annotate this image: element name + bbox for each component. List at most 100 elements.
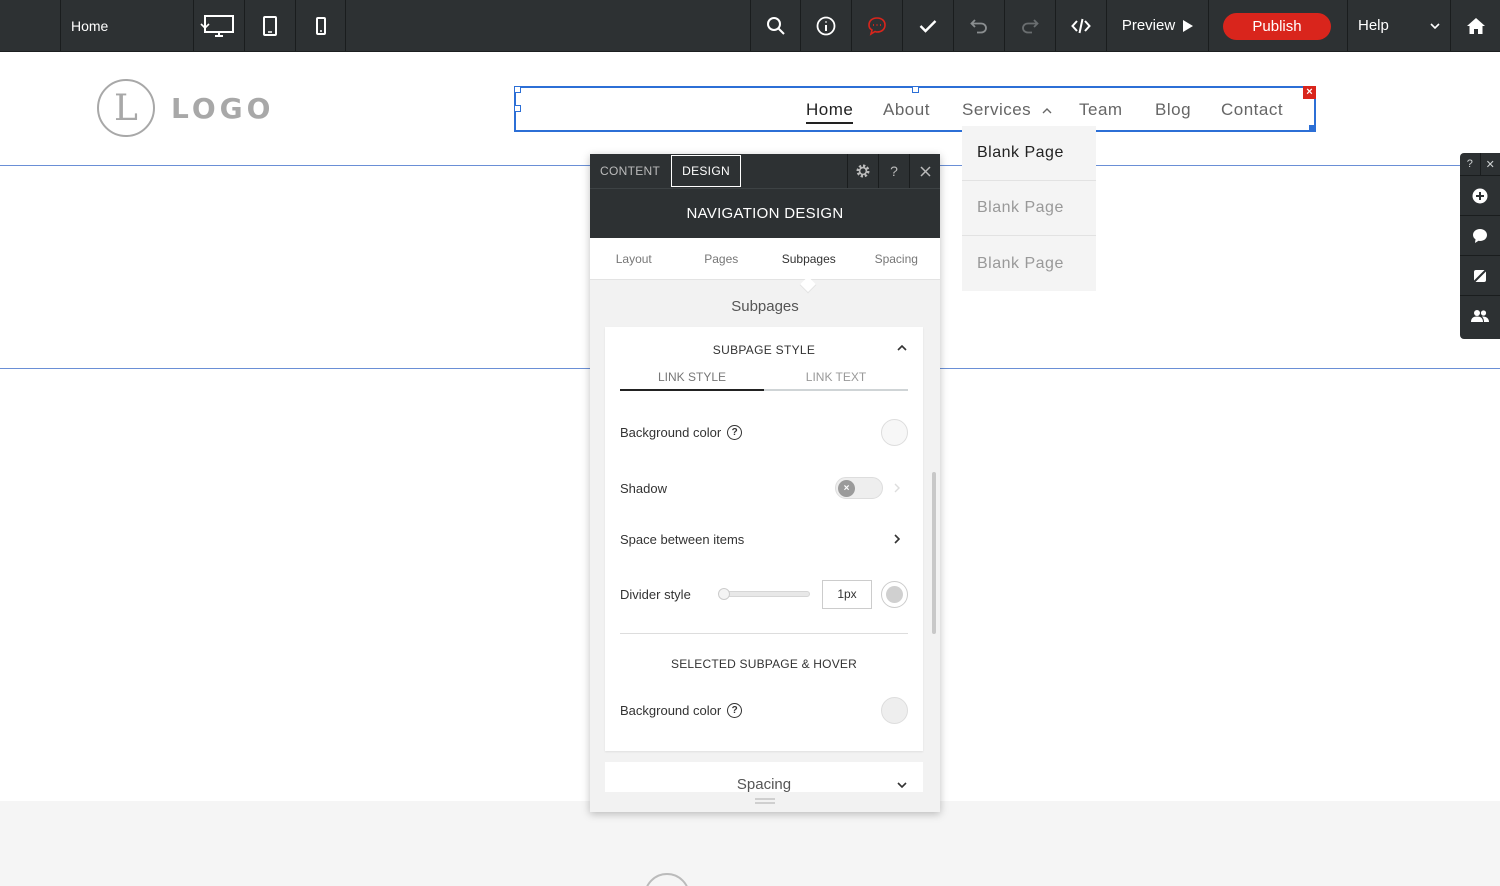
tab-link-text[interactable]: LINK TEXT [764,370,908,389]
help-icon[interactable]: ? [727,425,743,440]
logo-mark: L [97,79,155,137]
panel-title: NAVIGATION DESIGN [590,188,940,238]
nav-item-blog[interactable]: Blog [1155,100,1191,120]
preview-button[interactable]: Preview [1106,0,1208,51]
comments-button[interactable] [851,0,902,51]
background-color-label: Background color [620,425,722,440]
redo-button[interactable] [1004,0,1055,51]
subpage-style-card: SUBPAGE STYLE LINK STYLE LINK TEXT Backg… [605,327,923,751]
help-icon[interactable]: ? [727,703,743,718]
nav-item-about[interactable]: About [883,100,930,120]
nav-item-services[interactable]: Services [962,100,1052,120]
divider-width-input[interactable]: 1px [822,579,872,609]
selected-background-color-picker[interactable] [881,697,908,724]
home-icon [1466,17,1485,34]
selected-subpage-title: SELECTED SUBPAGE & HOVER [671,657,857,671]
services-submenu: Blank Page Blank Page Blank Page [962,126,1096,291]
tab-design[interactable]: DESIGN [671,155,741,187]
tab-content[interactable]: CONTENT [590,154,670,188]
subpage-style-tabs: LINK STYLE LINK TEXT [620,370,908,391]
footer-section[interactable] [0,801,1500,886]
divider-color-picker[interactable] [881,580,908,608]
chevron-up-icon[interactable] [897,345,907,351]
background-color-picker[interactable] [881,419,908,446]
space-between-label: Space between items [620,531,745,547]
divider-style-label: Divider style [620,586,691,602]
publish-button[interactable]: Publish [1223,13,1331,40]
resize-handle[interactable] [1309,125,1316,132]
navigation-design-panel: CONTENT DESIGN ? NAVIGATION DESIGN Layou… [590,154,940,812]
tab-layout[interactable]: Layout [590,238,678,279]
chevron-right-icon [894,483,900,493]
users-icon [1471,310,1489,322]
checkmark-icon [919,19,937,33]
divider-slider-handle[interactable] [718,588,730,600]
submenu-item[interactable]: Blank Page [962,126,1096,181]
code-icon [1071,18,1091,33]
chevron-down-icon [897,782,907,788]
panel-resize-grip[interactable] [755,798,775,804]
resize-handle[interactable] [514,105,521,112]
undo-button[interactable] [953,0,1004,51]
submenu-item[interactable]: Blank Page [962,236,1096,291]
tab-subpages[interactable]: Subpages [765,238,853,279]
mobile-view-button[interactable] [295,0,346,51]
search-icon [766,16,785,35]
page-select-label: Home [71,17,109,34]
info-button[interactable] [800,0,851,51]
gear-icon [856,164,870,178]
resize-handle[interactable] [514,86,521,93]
hidden-icon [1472,267,1488,284]
code-button[interactable] [1055,0,1106,51]
help-menu[interactable]: Help [1347,0,1450,51]
side-help-button[interactable]: ? [1460,153,1480,175]
tab-pages[interactable]: Pages [678,238,766,279]
info-icon [816,16,836,35]
nav-item-team[interactable]: Team [1079,100,1123,120]
logo-text: LOGO [171,91,275,125]
mobile-icon [315,16,326,35]
panel-close-button[interactable] [909,154,940,188]
section-heading: Subpages [731,298,799,315]
tab-spacing[interactable]: Spacing [853,238,941,279]
submenu-item[interactable]: Blank Page [962,181,1096,236]
redo-icon [1022,18,1039,33]
hide-elements-button[interactable] [1460,256,1500,296]
comments-panel-button[interactable] [1460,216,1500,256]
settings-button[interactable] [847,154,878,188]
desktop-view-button[interactable] [193,0,244,51]
space-between-row[interactable]: Space between items [620,529,908,549]
comment-icon [868,16,886,36]
panel-scrollbar[interactable] [932,472,936,634]
shadow-row: Shadow × [620,476,908,500]
shadow-label: Shadow [620,480,667,496]
undo-icon [970,18,987,33]
remove-widget-button[interactable]: × [1303,86,1316,99]
side-close-button[interactable]: ✕ [1479,153,1500,175]
help-label: Help [1358,17,1389,34]
play-icon [1183,19,1194,32]
comment-icon [1473,228,1487,243]
preview-label: Preview [1121,17,1176,34]
panel-help-button[interactable]: ? [878,154,909,188]
add-widget-button[interactable] [1460,176,1500,216]
desktop-icon [204,14,234,37]
close-icon [919,165,931,177]
search-button[interactable] [750,0,800,51]
site-logo[interactable]: L LOGO [97,79,274,137]
toggle-off-icon: × [838,480,855,497]
home-button[interactable] [1450,0,1500,51]
nav-item-services-label: Services [962,100,1032,119]
shadow-toggle[interactable]: × [835,477,883,499]
spacing-section-card[interactable]: Spacing [605,762,923,792]
tablet-view-button[interactable] [244,0,295,51]
nav-item-home[interactable]: Home [806,100,854,124]
nav-item-contact[interactable]: Contact [1221,100,1283,120]
checklist-button[interactable] [902,0,953,51]
side-toolbar: ? ✕ [1460,153,1500,339]
tab-link-style[interactable]: LINK STYLE [620,370,764,391]
divider-slider-track[interactable] [720,591,810,597]
resize-handle[interactable] [912,86,919,93]
collaborators-button[interactable] [1460,296,1500,336]
tablet-icon [263,15,277,36]
